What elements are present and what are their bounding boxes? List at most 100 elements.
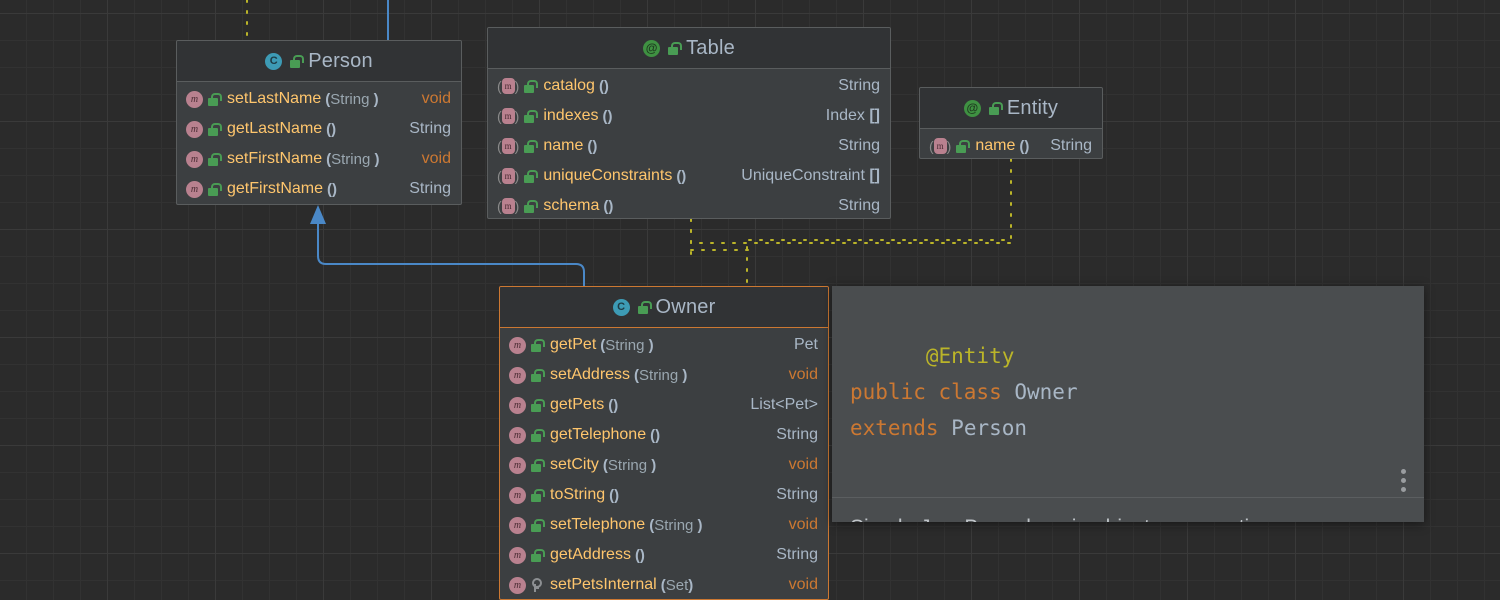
member-return-type: void (421, 150, 451, 167)
doc-extends-keyword: extends (850, 416, 939, 441)
unlocked-icon (207, 182, 222, 196)
member-return-type: void (788, 456, 818, 473)
uml-node-title: Owner (655, 295, 716, 318)
member-params: () (602, 107, 613, 125)
member-params: (String ) (600, 336, 654, 354)
member-return-type: void (788, 576, 818, 593)
uml-node-table[interactable]: @ Table(m) catalog() String(m) indexes() Inde… (487, 27, 891, 219)
method-icon: m (509, 366, 526, 384)
uml-node-members-person: m setLastName (String ) void m getLastName() S… (177, 82, 461, 204)
uml-member-row[interactable]: m setFirstName (String ) void (177, 144, 461, 174)
uml-member-row[interactable]: m setPetsInternal (Set) void (500, 570, 828, 599)
uml-node-entity[interactable]: @ Entity (m) name() String (919, 87, 1103, 159)
member-icons: m (509, 576, 542, 594)
abstract-method-icon: (m) (497, 108, 520, 124)
member-return-type: void (788, 366, 818, 383)
uml-member-row[interactable]: m getFirstName() String (177, 174, 461, 204)
abstract-method-icon: (m) (497, 78, 520, 94)
member-name: setLastName (227, 90, 322, 107)
member-params: () (327, 180, 338, 198)
uml-node-header-table[interactable]: @ Table (488, 28, 890, 69)
member-params: () (650, 426, 661, 444)
member-name: getTelephone (550, 426, 647, 443)
unlocked-icon (523, 199, 539, 213)
abstract-method-icon: (m) (497, 168, 520, 184)
uml-member-row[interactable]: m setAddress (String ) void (500, 360, 828, 390)
doc-signature: @Entity public class Owner extends Perso… (832, 286, 1424, 497)
uml-node-members-entity: (m) name() String (920, 129, 1102, 158)
uml-node-owner[interactable]: C Owner m getPet (String ) Pet m setAddress (Str… (499, 286, 829, 600)
member-params: (String ) (326, 150, 380, 168)
member-params: () (608, 396, 619, 414)
member-return-type: String (776, 486, 818, 503)
uml-member-row[interactable]: m getPets() List<Pet> (500, 390, 828, 420)
member-icons: m (509, 516, 545, 534)
uml-member-row[interactable]: (m) name() String (920, 131, 1102, 158)
member-params: () (609, 486, 620, 504)
method-icon: m (509, 576, 526, 594)
member-params: () (1019, 137, 1030, 155)
doc-description: Simple JavaBean domain object representi… (832, 498, 1298, 522)
doc-modifier: public class (850, 380, 1002, 405)
member-name: setTelephone (550, 516, 646, 533)
member-icons: (m) (929, 138, 971, 154)
member-return-type: void (421, 90, 451, 107)
class-icon: C (612, 298, 630, 316)
documentation-popup[interactable]: @Entity public class Owner extends Perso… (832, 286, 1424, 522)
member-icons: (m) (497, 78, 539, 94)
uml-member-row[interactable]: m toString() String (500, 480, 828, 510)
member-icons: m (509, 456, 545, 474)
member-return-type: String (838, 137, 880, 154)
uml-diagram-canvas[interactable]: C Person m setLastName (String ) void m getLast… (0, 0, 1500, 600)
member-return-type: UniqueConstraint [] (741, 167, 880, 184)
member-name: setPetsInternal (550, 576, 657, 593)
unlocked-icon (988, 101, 1003, 115)
unlocked-icon (955, 139, 971, 153)
uml-node-header-entity[interactable]: @ Entity (920, 88, 1102, 129)
uml-member-row[interactable]: (m) schema() String (488, 191, 890, 218)
member-icons: m (186, 150, 222, 168)
unlocked-icon (523, 109, 539, 123)
uml-node-members-owner: m getPet (String ) Pet m setAddress (String ) v… (500, 328, 828, 599)
unlocked-icon (667, 41, 683, 55)
member-return-type: Index [] (825, 107, 880, 124)
uml-node-header-person[interactable]: C Person (177, 41, 461, 82)
member-icons: m (509, 486, 545, 504)
abstract-method-icon: (m) (497, 198, 520, 214)
member-icons: (m) (497, 168, 539, 184)
uml-member-row[interactable]: (m) catalog() String (488, 71, 890, 101)
unlocked-icon (207, 152, 222, 166)
uml-node-person[interactable]: C Person m setLastName (String ) void m getLast… (176, 40, 462, 205)
uml-member-row[interactable]: (m) indexes() Index [] (488, 101, 890, 131)
member-params: () (326, 120, 337, 138)
member-params: () (598, 77, 609, 95)
kebab-menu-icon[interactable] (1401, 469, 1406, 492)
member-name: name (543, 137, 584, 154)
annotation-icon: @ (963, 99, 981, 117)
uml-member-row[interactable]: m getLastName() String (177, 114, 461, 144)
member-name: setFirstName (227, 150, 323, 167)
uml-member-row[interactable]: m getAddress() String (500, 540, 828, 570)
method-icon: m (186, 90, 203, 108)
uml-member-row[interactable]: m setCity (String ) void (500, 450, 828, 480)
uml-node-header-owner[interactable]: C Owner (500, 287, 828, 328)
method-icon: m (509, 486, 526, 504)
method-icon: m (186, 120, 203, 138)
uml-member-row[interactable]: (m) name() String (488, 131, 890, 161)
member-icons: m (186, 120, 222, 138)
unlocked-icon (207, 122, 222, 136)
member-return-type: String (838, 197, 880, 214)
uml-member-row[interactable]: m getTelephone() String (500, 420, 828, 450)
class-icon: C (265, 52, 283, 70)
uml-member-row[interactable]: m setTelephone (String ) void (500, 510, 828, 540)
uml-node-title: Person (308, 49, 373, 72)
uml-member-row[interactable]: m getPet (String ) Pet (500, 330, 828, 360)
doc-class-name: Owner (1014, 380, 1078, 405)
member-name: getPets (550, 396, 605, 413)
uml-member-row[interactable]: (m) uniqueConstraints() UniqueConstraint [… (488, 161, 890, 191)
uml-member-row[interactable]: m setLastName (String ) void (177, 84, 461, 114)
unlocked-icon (530, 518, 545, 532)
member-params: () (587, 137, 598, 155)
abstract-method-icon: (m) (929, 138, 952, 154)
member-params: () (676, 167, 687, 185)
